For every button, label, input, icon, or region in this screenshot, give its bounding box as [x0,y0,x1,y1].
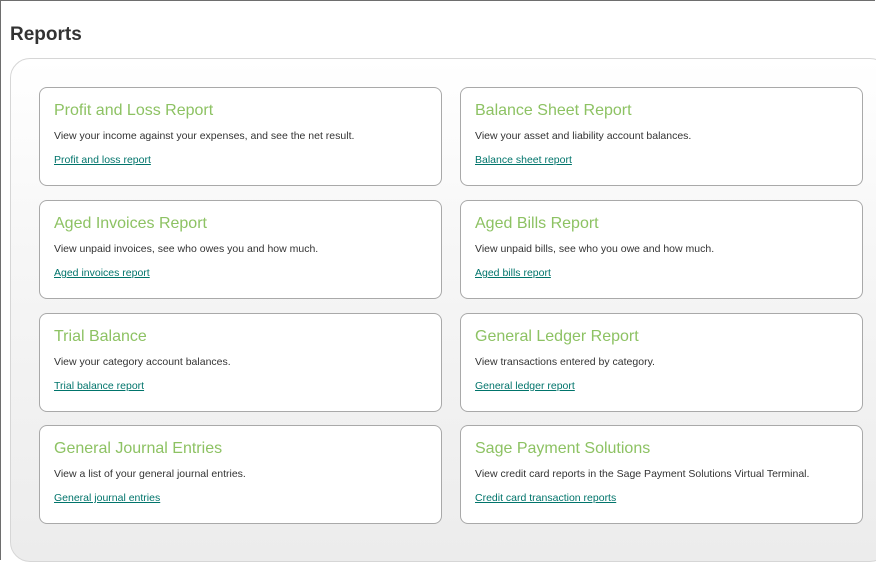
report-card-title: Trial Balance [54,328,147,345]
report-card-description: View transactions entered by category. [475,356,655,368]
report-card-balance-sheet: Balance Sheet Report View your asset and… [460,87,863,186]
report-card-title: Balance Sheet Report [475,102,632,119]
report-card-description: View your category account balances. [54,356,231,368]
report-card-description: View your income against your expenses, … [54,130,355,142]
report-card-description: View unpaid invoices, see who owes you a… [54,243,319,255]
profit-and-loss-report-link[interactable]: Profit and loss report [54,154,151,166]
reports-page: Reports Profit and Loss Report View your… [0,0,876,562]
report-card-sage-payment-solutions: Sage Payment Solutions View credit card … [460,425,863,524]
report-card-title: Sage Payment Solutions [475,440,651,457]
aged-invoices-report-link[interactable]: Aged invoices report [54,267,150,279]
general-ledger-report-link[interactable]: General ledger report [475,380,575,392]
report-card-title: Aged Invoices Report [54,215,207,232]
report-card-description: View unpaid bills, see who you owe and h… [475,243,715,255]
report-card-aged-bills: Aged Bills Report View unpaid bills, see… [460,200,863,299]
page-title: Reports [10,24,82,45]
credit-card-transaction-reports-link[interactable]: Credit card transaction reports [475,492,616,504]
report-card-description: View your asset and liability account ba… [475,130,692,142]
aged-bills-report-link[interactable]: Aged bills report [475,267,551,279]
report-card-general-journal-entries: General Journal Entries View a list of y… [39,425,442,524]
balance-sheet-report-link[interactable]: Balance sheet report [475,154,572,166]
report-card-title: General Journal Entries [54,440,223,457]
general-journal-entries-link[interactable]: General journal entries [54,492,160,504]
report-card-description: View credit card reports in the Sage Pay… [475,468,810,480]
report-card-title: General Ledger Report [475,328,639,345]
trial-balance-report-link[interactable]: Trial balance report [54,380,144,392]
report-card-profit-and-loss: Profit and Loss Report View your income … [39,87,442,186]
report-card-description: View a list of your general journal entr… [54,468,246,480]
report-card-title: Aged Bills Report [475,215,599,232]
report-card-title: Profit and Loss Report [54,102,214,119]
report-card-trial-balance: Trial Balance View your category account… [39,313,442,412]
report-card-aged-invoices: Aged Invoices Report View unpaid invoice… [39,200,442,299]
report-card-general-ledger: General Ledger Report View transactions … [460,313,863,412]
